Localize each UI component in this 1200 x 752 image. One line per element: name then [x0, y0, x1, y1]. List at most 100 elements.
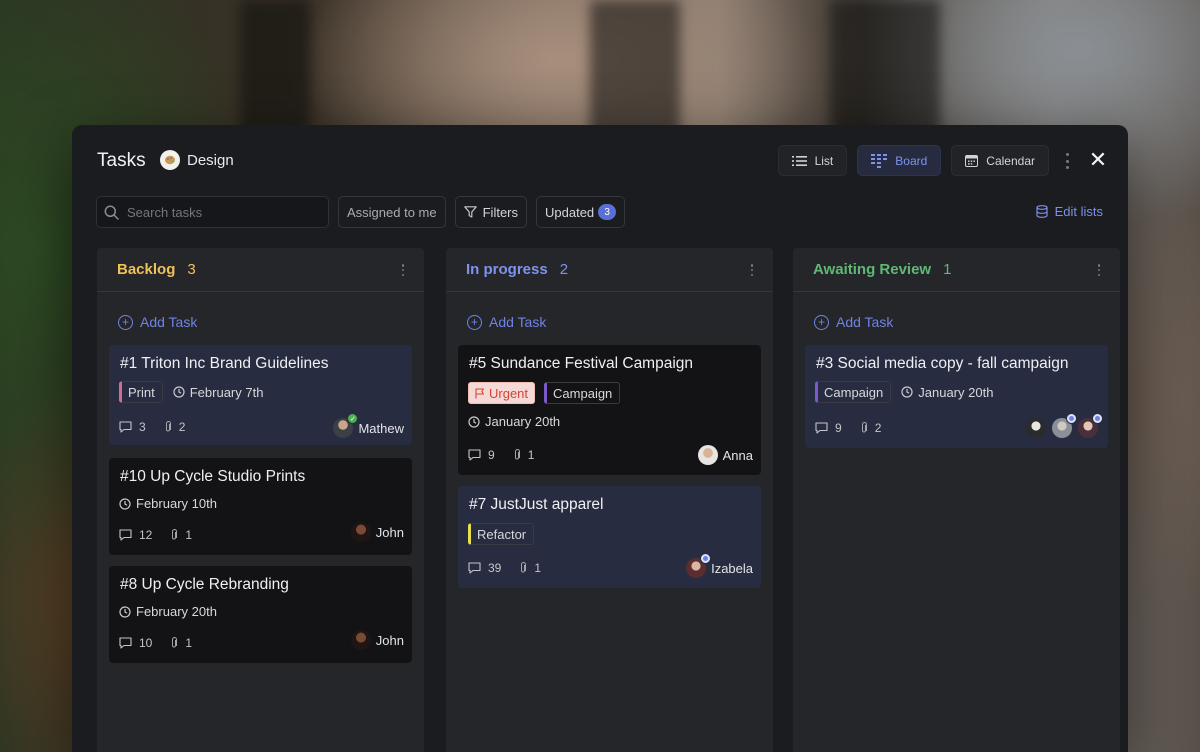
view-switcher: List Board Calendar: [777, 145, 1049, 176]
add-task-button[interactable]: + Add Task: [467, 314, 546, 330]
paperclip-icon: [861, 422, 867, 433]
clock-icon: [901, 386, 913, 398]
task-title: #7 JustJust apparel: [469, 496, 604, 513]
updated-count-badge: 3: [598, 204, 617, 220]
task-card[interactable]: #8 Up Cycle Rebranding February 20th 10 …: [109, 566, 412, 663]
column-menu-icon[interactable]: [401, 264, 404, 276]
column-in-progress: In progress 2 + Add Task #5 Sundance Fes…: [446, 248, 773, 752]
attachment-count: 1: [185, 636, 193, 650]
comment-count: 10: [139, 636, 153, 650]
view-board-label: Board: [895, 153, 928, 168]
tag-label: Campaign: [544, 382, 621, 404]
assignee-name: Anna: [722, 447, 753, 463]
close-icon[interactable]: ✕: [1088, 149, 1108, 171]
add-task-label: Add Task: [140, 314, 198, 330]
view-list-button[interactable]: List: [777, 145, 848, 176]
column-count: 3: [187, 261, 196, 278]
toolbar: Assigned to me Filters Updated 3: [96, 196, 626, 228]
project-selector[interactable]: Design: [160, 150, 234, 170]
assignee[interactable]: ✓ Mathew: [333, 413, 404, 438]
status-icon: [1066, 413, 1077, 424]
attachment-count: 1: [185, 528, 193, 542]
view-calendar-button[interactable]: Calendar: [951, 145, 1049, 176]
comment-icon: [119, 637, 132, 649]
priority-label: Urgent: [489, 385, 529, 401]
avatar: [1026, 418, 1046, 438]
avatar: [350, 630, 371, 650]
column-menu-icon[interactable]: [750, 264, 753, 276]
task-card[interactable]: #10 Up Cycle Studio Prints February 10th…: [109, 458, 412, 555]
assigned-to-me-button[interactable]: Assigned to me: [338, 196, 446, 228]
column-header: Awaiting Review 1: [793, 248, 1120, 292]
due-date-text: February 10th: [136, 496, 217, 511]
search-box[interactable]: [96, 196, 329, 228]
plus-icon: +: [814, 314, 829, 330]
due-date: February 20th: [119, 604, 217, 619]
card-meta: 3 2: [119, 420, 197, 434]
avatar: [1078, 413, 1103, 438]
comment-icon: [119, 421, 132, 433]
clock-icon: [119, 605, 131, 618]
comment-count: 9: [835, 421, 842, 435]
search-input[interactable]: [127, 204, 317, 220]
due-date: February 10th: [119, 496, 217, 511]
task-card[interactable]: #3 Social media copy - fall campaign Cam…: [805, 345, 1108, 448]
paperclip-icon: [172, 529, 178, 540]
due-date-text: January 20th: [485, 414, 561, 429]
comment-count: 9: [488, 448, 495, 462]
tag-label: Print: [119, 381, 163, 403]
card-meta: 10 1: [119, 636, 204, 650]
task-card[interactable]: #5 Sundance Festival Campaign Urgent Cam…: [458, 345, 761, 475]
column-count: 2: [559, 261, 569, 278]
filters-button[interactable]: Filters: [454, 196, 527, 228]
edit-lists-label: Edit lists: [1054, 204, 1103, 219]
comment-count: 39: [488, 561, 502, 575]
add-task-button[interactable]: + Add Task: [118, 314, 197, 330]
status-icon: [700, 553, 712, 564]
updated-label: Updated: [545, 204, 595, 220]
avatar: ✓: [333, 413, 359, 438]
assignee[interactable]: John: [350, 522, 404, 542]
panel-header: Tasks Design List Board Calendar ✕: [72, 125, 1128, 195]
due-date: January 20th: [901, 385, 993, 400]
task-card[interactable]: #7 JustJust apparel Refactor 39 1 Izabel…: [458, 486, 761, 588]
card-meta: 39 1: [468, 561, 553, 575]
comment-icon: [468, 449, 481, 461]
database-icon: [1035, 205, 1048, 218]
assignee[interactable]: Izabela: [686, 553, 753, 578]
more-options-icon[interactable]: [1065, 153, 1069, 169]
list-icon: [791, 155, 807, 166]
column-menu-icon[interactable]: [1097, 264, 1100, 276]
edit-lists-button[interactable]: Edit lists: [1035, 204, 1103, 219]
filters-label: Filters: [482, 204, 518, 220]
paperclip-icon: [165, 421, 171, 432]
attachment-count: 1: [527, 448, 535, 462]
search-icon: [104, 205, 119, 220]
board-icon: [871, 153, 888, 168]
column-count: 1: [943, 261, 952, 278]
card-meta: 12 1: [119, 528, 204, 542]
due-date-text: February 7th: [189, 384, 264, 400]
comment-count: 12: [139, 528, 153, 542]
task-title: #5 Sundance Festival Campaign: [469, 355, 694, 372]
due-date-text: February 20th: [136, 604, 217, 619]
plus-icon: +: [467, 314, 482, 330]
assignee-group[interactable]: [1026, 413, 1103, 438]
updated-sort-button[interactable]: Updated 3: [536, 196, 626, 228]
due-date: February 7th: [173, 384, 264, 400]
assignee-name: Izabela: [711, 560, 753, 576]
view-board-button[interactable]: Board: [857, 145, 942, 176]
assignee[interactable]: Anna: [697, 445, 753, 465]
column-name: Backlog: [117, 261, 176, 278]
assignee-name: Mathew: [358, 420, 404, 436]
card-meta: 9 2: [815, 421, 893, 435]
add-task-label: Add Task: [836, 314, 894, 330]
add-task-button[interactable]: + Add Task: [814, 314, 893, 330]
filter-icon: [463, 206, 477, 218]
assigned-to-me-label: Assigned to me: [347, 204, 437, 220]
attachment-count: 2: [874, 421, 882, 435]
column-header: Backlog 3: [97, 248, 424, 292]
column-name: Awaiting Review: [813, 261, 932, 278]
assignee[interactable]: John: [350, 630, 404, 650]
task-card[interactable]: #1 Triton Inc Brand Guidelines Print Feb…: [109, 345, 412, 445]
